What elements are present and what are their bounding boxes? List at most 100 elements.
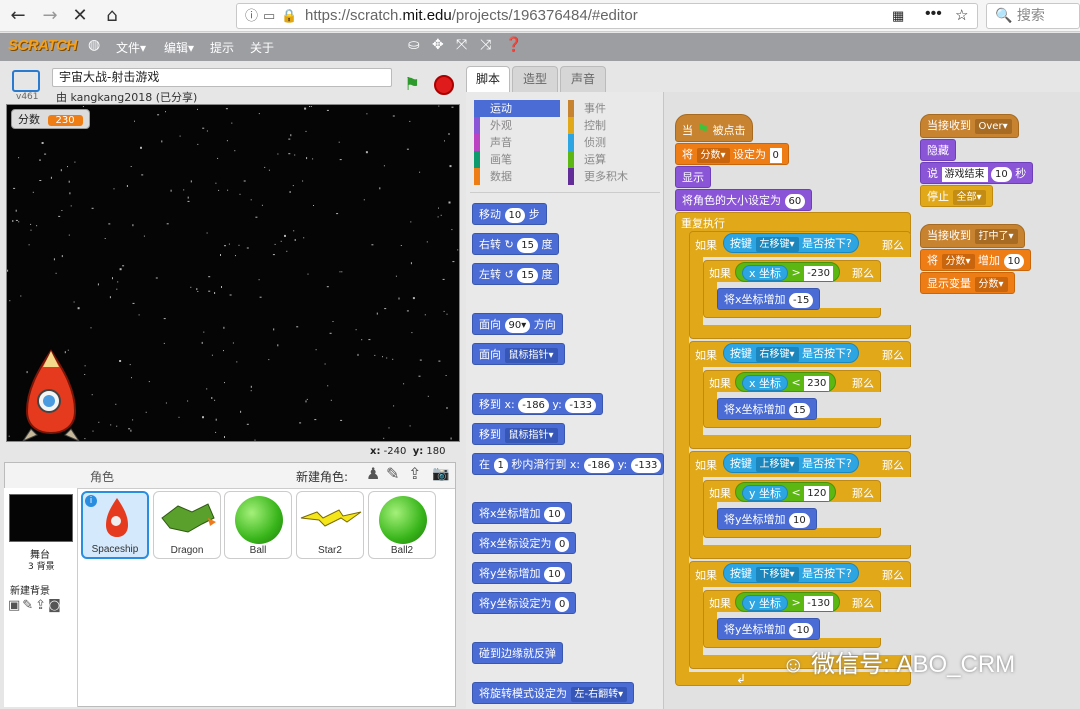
palette-rotation-style-block[interactable]: 将旋转模式设定为 左-右翻转▾ bbox=[472, 682, 635, 704]
set-size-block[interactable]: 将角色的大小设定为 60 bbox=[675, 189, 813, 211]
stop-icon[interactable] bbox=[434, 75, 454, 95]
help-icon[interactable]: ❓ bbox=[505, 37, 522, 53]
if-label: 如果 bbox=[709, 597, 731, 610]
stop-all-block[interactable]: 停止 全部▾ bbox=[920, 185, 993, 207]
set-variable-block[interactable]: 将 分数▾ 设定为 0 bbox=[675, 143, 789, 165]
backdrop-tools-icons[interactable]: ▣✎⇪◙ bbox=[8, 598, 63, 613]
info-icon[interactable]: i bbox=[85, 495, 97, 507]
hide-block[interactable]: 隐藏 bbox=[920, 139, 956, 161]
change-position-block[interactable]: 将y坐标增加 10 bbox=[717, 508, 817, 530]
spaceship-thumb-image bbox=[106, 498, 128, 537]
project-title-input[interactable]: 宇宙大战-射击游戏 bbox=[52, 68, 392, 87]
show-variable-block[interactable]: 显示变量 分数▾ bbox=[920, 272, 1015, 294]
stage-thumbnail[interactable] bbox=[9, 494, 73, 542]
change-position-block[interactable]: 将x坐标增加 -15 bbox=[717, 288, 821, 310]
position-reporter[interactable]: x 坐标 bbox=[742, 265, 789, 281]
palette-goto-block[interactable]: 移到 鼠标指针▾ bbox=[472, 423, 565, 445]
fullscreen-icon[interactable] bbox=[12, 70, 40, 92]
compare-operator[interactable]: x 坐标 < 230 bbox=[735, 372, 837, 392]
dragon-thumb-image bbox=[161, 503, 216, 533]
palette-set-x-block[interactable]: 将x坐标设定为 0 bbox=[472, 532, 577, 554]
sprite-thumb-dragon[interactable]: Dragon bbox=[153, 491, 221, 559]
category-operators[interactable]: 运算 bbox=[568, 151, 654, 168]
category-sound[interactable]: 声音 bbox=[474, 134, 560, 151]
scratch-logo[interactable]: SCRATCH bbox=[8, 37, 77, 54]
say-block[interactable]: 说 游戏结束 10 秒 bbox=[920, 162, 1034, 184]
palette-move-block[interactable]: 移动 10 步 bbox=[472, 203, 547, 225]
qr-icon[interactable]: ▦ bbox=[892, 4, 904, 28]
then-label: 那么 bbox=[882, 459, 904, 472]
compare-operator[interactable]: y 坐标 > -130 bbox=[735, 592, 840, 612]
search-input[interactable]: 🔍 搜索 bbox=[986, 3, 1080, 29]
shrink-icon[interactable]: ⤨ bbox=[480, 37, 491, 53]
sprite-thumb-ball[interactable]: Ball bbox=[224, 491, 292, 559]
palette-change-y-block[interactable]: 将y坐标增加 10 bbox=[472, 562, 572, 584]
position-reporter[interactable]: y 坐标 bbox=[742, 595, 789, 611]
compare-operator[interactable]: x 坐标 > -230 bbox=[735, 262, 840, 282]
category-motion[interactable]: 运动 bbox=[474, 100, 560, 117]
sprite-thumb-star2[interactable]: Star2 bbox=[296, 491, 364, 559]
upload-icon[interactable]: ⇪ bbox=[408, 464, 421, 483]
grow-icon[interactable]: ⤧ bbox=[456, 37, 467, 53]
paint-icon[interactable]: ✎ bbox=[386, 464, 399, 483]
sprite-thumb-ball2[interactable]: Ball2 bbox=[368, 491, 436, 559]
change-position-block[interactable]: 将y坐标增加 -10 bbox=[717, 618, 821, 640]
category-control[interactable]: 控制 bbox=[568, 117, 654, 134]
palette-goto-xy-block[interactable]: 移到 x: -186 y: -133 bbox=[472, 393, 604, 415]
green-flag-icon[interactable]: ⚑ bbox=[404, 74, 420, 95]
star-icon[interactable]: ☆ bbox=[955, 4, 968, 28]
palette-point-towards-block[interactable]: 面向 鼠标指针▾ bbox=[472, 343, 565, 365]
compare-operator[interactable]: y 坐标 < 120 bbox=[735, 482, 837, 502]
category-events[interactable]: 事件 bbox=[568, 100, 654, 117]
menu-file[interactable]: 文件▾ bbox=[116, 39, 146, 56]
when-receive-hit-block[interactable]: 当接收到 打中了▾ bbox=[920, 224, 1025, 248]
palette-point-direction-block[interactable]: 面向 90▾ 方向 bbox=[472, 313, 563, 335]
key-pressed-sensor[interactable]: 按键 上移键▾ 是否按下? bbox=[723, 453, 859, 473]
change-variable-block[interactable]: 将 分数▾ 增加 10 bbox=[920, 249, 1032, 271]
address-bar[interactable]: ⓘ ▭ 🔒 https://scratch.mit.edu/projects/1… bbox=[236, 3, 978, 29]
camera-icon[interactable]: 📷 bbox=[432, 466, 449, 482]
score-monitor[interactable]: 分数 230 bbox=[11, 109, 90, 129]
category-pen[interactable]: 画笔 bbox=[474, 151, 560, 168]
palette-turn-left-block[interactable]: 左转 ↺ 15 度 bbox=[472, 263, 560, 285]
back-icon[interactable]: ← bbox=[6, 4, 30, 28]
position-reporter[interactable]: y 坐标 bbox=[742, 485, 789, 501]
forward-icon[interactable]: → bbox=[38, 4, 62, 28]
tab-costumes[interactable]: 造型 bbox=[512, 66, 558, 92]
palette-change-x-block[interactable]: 将x坐标增加 10 bbox=[472, 502, 572, 524]
tab-scripts[interactable]: 脚本 bbox=[466, 66, 510, 92]
stage-canvas[interactable]: 分数 230 bbox=[6, 104, 460, 442]
when-flag-clicked-block[interactable]: 当 ⚑ 被点击 bbox=[675, 114, 753, 142]
spaceship-sprite[interactable] bbox=[21, 349, 81, 441]
palette-glide-block[interactable]: 在 1 秒内滑行到 x: -186 y: -133 bbox=[472, 453, 664, 475]
menu-about[interactable]: 关于 bbox=[250, 39, 274, 56]
then-label: 那么 bbox=[882, 349, 904, 362]
duplicate-icon[interactable]: ⛀ bbox=[408, 37, 420, 53]
more-icon[interactable]: ••• bbox=[925, 2, 942, 26]
change-position-block[interactable]: 将x坐标增加 15 bbox=[717, 398, 817, 420]
home-icon[interactable]: ⌂ bbox=[100, 4, 124, 28]
palette-turn-right-block[interactable]: 右转 ↻ 15 度 bbox=[472, 233, 560, 255]
tab-sounds[interactable]: 声音 bbox=[560, 66, 606, 92]
category-more-blocks[interactable]: 更多积木 bbox=[568, 168, 654, 185]
if-label: 如果 bbox=[695, 459, 717, 472]
position-reporter[interactable]: x 坐标 bbox=[742, 375, 789, 391]
sprite-library-icon[interactable]: ♟ bbox=[366, 464, 380, 483]
delete-icon[interactable]: ✥ bbox=[432, 37, 444, 53]
category-list-right: 事件 控制 侦测 运算 更多积木 bbox=[568, 100, 654, 185]
key-pressed-sensor[interactable]: 按键 下移键▾ 是否按下? bbox=[723, 563, 859, 583]
palette-bounce-block[interactable]: 碰到边缘就反弹 bbox=[472, 642, 563, 664]
when-receive-over-block[interactable]: 当接收到 Over▾ bbox=[920, 114, 1019, 138]
category-data[interactable]: 数据 bbox=[474, 168, 560, 185]
key-pressed-sensor[interactable]: 按键 左移键▾ 是否按下? bbox=[723, 233, 859, 253]
menu-edit[interactable]: 编辑▾ bbox=[164, 39, 194, 56]
close-icon[interactable]: ✕ bbox=[68, 4, 92, 28]
globe-icon[interactable]: ◍ bbox=[88, 37, 100, 53]
menu-tips[interactable]: 提示 bbox=[210, 39, 234, 56]
category-sensing[interactable]: 侦测 bbox=[568, 134, 654, 151]
sprite-thumb-spaceship[interactable]: i Spaceship bbox=[81, 491, 149, 559]
category-looks[interactable]: 外观 bbox=[474, 117, 560, 134]
show-block[interactable]: 显示 bbox=[675, 166, 711, 188]
palette-set-y-block[interactable]: 将y坐标设定为 0 bbox=[472, 592, 577, 614]
key-pressed-sensor[interactable]: 按键 右移键▾ 是否按下? bbox=[723, 343, 859, 363]
